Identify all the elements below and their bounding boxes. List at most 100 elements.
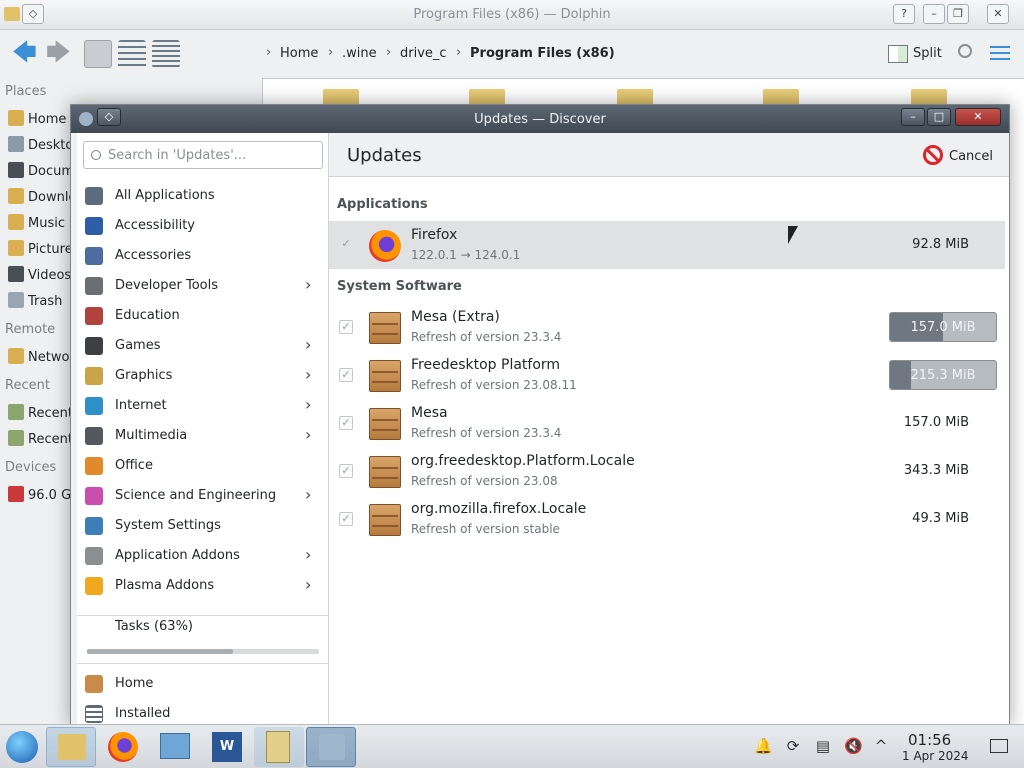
places-item-drive[interactable]: 96.0 GiB [8,486,72,503]
split-icon[interactable] [888,45,908,63]
category-application-addons[interactable]: Application Addons › [77,541,329,571]
crumb-separator: › [328,45,334,60]
chevron-right-icon: › [305,545,312,564]
category-label: All Applications [115,188,215,203]
task-archive[interactable] [254,727,304,767]
category-internet[interactable]: Internet › [77,391,329,421]
task-word[interactable]: W [202,727,252,767]
places-item-recent-files[interactable]: Recent Files [8,404,72,421]
volume-muted-icon[interactable]: 🔇 [844,737,863,755]
category-label: Accessories [115,248,192,263]
category-games[interactable]: Games › [77,331,329,361]
tasks-label[interactable]: Tasks (63%) [115,619,193,634]
category-graphics[interactable]: Graphics › [77,361,329,391]
update-row[interactable]: ✓ Firefox 122.0.1 → 124.0.1 92.8 MiB [329,221,1005,269]
category-education[interactable]: Education [77,301,329,331]
places-item-home[interactable]: Home [8,110,72,127]
update-checkbox[interactable]: ✓ [339,368,353,382]
task-dolphin[interactable] [46,727,96,767]
places-item-desktop[interactable]: Desktop [8,136,72,153]
maximize-button[interactable]: ❐ [947,4,969,24]
package-icon [369,408,401,440]
clipboard-icon[interactable]: ▤ [814,737,832,755]
update-row[interactable]: ✓ org.mozilla.firefox.Locale Refresh of ve… [329,495,1005,543]
close-button[interactable]: ✕ [987,4,1009,24]
update-checkbox[interactable]: ✓ [339,512,353,526]
update-size: 92.8 MiB [912,237,969,252]
task-system-settings[interactable] [150,727,200,767]
places-item-trash[interactable]: Trash [8,292,72,309]
breadcrumb-program-files[interactable]: Program Files (x86) [470,46,615,61]
update-checkbox[interactable]: ✓ [339,416,353,430]
download-progress: 215.3 MiB [889,360,997,390]
start-menu-icon[interactable] [6,731,38,763]
breadcrumb-wine[interactable]: .wine [342,46,377,61]
split-button[interactable]: Split [913,46,942,61]
category-accessibility[interactable]: Accessibility [77,211,329,241]
clock-date[interactable]: 1 Apr 2024 [902,749,969,763]
back-arrow-icon[interactable]: 🡄 [12,40,37,64]
section-heading: Applications [337,197,428,212]
update-size: 157.0 MiB [903,415,969,430]
details-view-icon[interactable] [152,40,180,68]
discover-titlebar: ◇ Updates — Discover – □ ✕ [71,105,1009,133]
task-firefox[interactable] [98,727,148,767]
places-item-recent-locations[interactable]: Recent Locations [8,430,72,447]
breadcrumb-drive-c[interactable]: drive_c [400,46,447,61]
places-item-music[interactable]: Music [8,214,72,231]
places-item-videos[interactable]: Videos [8,266,72,283]
update-checkbox[interactable]: ✓ [339,320,353,334]
places-item-pictures[interactable]: Pictures [8,240,72,257]
category-multimedia[interactable]: Multimedia › [77,421,329,451]
task-discover[interactable] [306,727,356,767]
places-item-downloads[interactable]: Downloads [8,188,72,205]
category-label: Games [115,338,161,353]
update-checkbox[interactable]: ✓ [339,238,353,252]
nav-home[interactable]: Home [77,669,329,699]
category-accessories[interactable]: Accessories [77,241,329,271]
update-row[interactable]: ✓ Freedesktop Platform Refresh of version … [329,351,1005,399]
update-version: 122.0.1 → 124.0.1 [411,248,521,262]
chevron-up-icon[interactable]: ^ [872,737,890,755]
notifications-icon[interactable]: 🔔 [754,737,773,755]
chevron-right-icon: › [305,575,312,594]
category-developer-tools[interactable]: Developer Tools › [77,271,329,301]
update-row[interactable]: ✓ org.freedesktop.Platform.Locale Refresh … [329,447,1005,495]
multimedia-icon [85,427,103,445]
show-desktop-icon[interactable] [990,739,1008,753]
hamburger-menu-icon[interactable] [990,46,1010,60]
category-system-settings[interactable]: System Settings [77,511,329,541]
minimize-button[interactable]: – [923,4,945,24]
update-row[interactable]: ✓ Mesa Refresh of version 23.3.4 157.0 MiB [329,399,1005,447]
maximize-button[interactable]: □ [927,108,951,126]
minimize-button[interactable]: – [901,108,925,126]
close-button[interactable]: ✕ [955,108,1001,126]
places-item-documents[interactable]: Documents [8,162,72,179]
videos-icon [8,266,24,282]
dolphin-window-title: Program Files (x86) — Dolphin [413,7,611,22]
category-office[interactable]: Office [77,451,329,481]
search-icon[interactable] [958,44,972,58]
home-folder-icon [8,110,24,126]
category-science-and-engineering[interactable]: Science and Engineering › [77,481,329,511]
update-checkbox[interactable]: ✓ [339,464,353,478]
breadcrumb-home[interactable]: Home [280,46,318,61]
forward-arrow-icon[interactable]: 🡆 [46,40,71,64]
category-all-applications[interactable]: All Applications [77,181,329,211]
help-button[interactable]: ? [893,4,915,24]
updates-tray-icon[interactable]: ⟳ [784,737,802,755]
science-icon [85,487,103,505]
update-row[interactable]: ✓ Mesa (Extra) Refresh of version 23.3.4 15… [329,303,1005,351]
update-name: Freedesktop Platform [411,357,561,373]
category-plasma-addons[interactable]: Plasma Addons › [77,571,329,601]
places-item-network[interactable]: Network [8,348,72,365]
clock-time[interactable]: 01:56 [908,731,951,749]
category-label: Graphics [115,368,173,383]
compact-view-icon[interactable] [118,40,146,68]
update-version: Refresh of version 23.3.4 [411,426,562,440]
word-icon: W [212,732,242,762]
cancel-button[interactable]: Cancel [923,145,993,165]
devices-heading: Devices [5,460,57,475]
icons-view-icon[interactable] [84,40,112,68]
search-field[interactable]: Search in 'Updates'... [83,141,323,169]
